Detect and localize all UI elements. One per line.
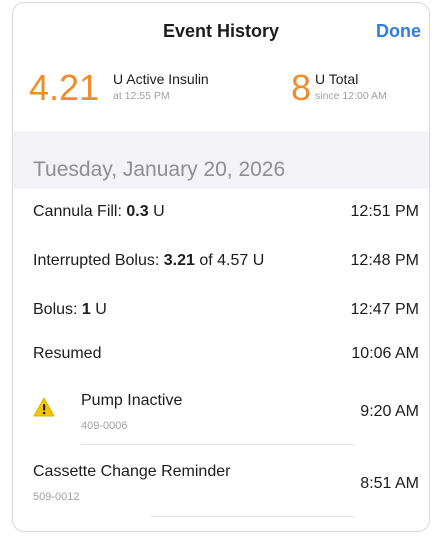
event-title: Cassette Change Reminder	[33, 463, 231, 480]
page-title: Event History	[162, 21, 280, 41]
active-insulin-value: 4.21	[29, 67, 100, 108]
total-insulin-label: U Total	[315, 71, 359, 87]
event-label: Bolus:	[33, 301, 82, 318]
event-description: Cannula Fill: 0.3 U	[33, 203, 165, 221]
event-row-interrupted-bolus[interactable]: Interrupted Bolus: 3.21 of 4.57 U 12:48 …	[13, 235, 429, 285]
done-button[interactable]: Done	[376, 21, 421, 42]
event-time: 10:06 AM	[351, 345, 419, 362]
event-code: 409-0006	[81, 420, 128, 432]
event-row-bolus[interactable]: Bolus: 1 U 12:47 PM	[13, 285, 429, 333]
event-row-cannula-fill[interactable]: Cannula Fill: 0.3 U 12:51 PM	[13, 189, 429, 235]
event-time: 8:51 AM	[360, 475, 419, 492]
date-header-text: Tuesday, January 20, 2026	[33, 158, 286, 181]
event-unit: U	[148, 203, 165, 220]
event-amount: 3.21	[163, 252, 195, 269]
active-insulin-timestamp: at 12:55 PM	[113, 90, 170, 102]
event-title: Pump Inactive	[81, 392, 183, 409]
event-label: Cannula Fill:	[33, 203, 127, 220]
event-time: 12:47 PM	[350, 301, 419, 318]
event-amount: 0.3	[126, 203, 149, 220]
event-label: Interrupted Bolus:	[33, 252, 164, 269]
event-description: Bolus: 1 U	[33, 301, 107, 319]
warning-icon	[33, 397, 55, 417]
total-insulin-timestamp: since 12:00 AM	[315, 90, 387, 102]
active-insulin-label: U Active Insulin	[113, 71, 209, 87]
event-time: 12:48 PM	[350, 252, 419, 269]
event-code: 509-0012	[33, 491, 80, 503]
event-description: Interrupted Bolus: 3.21 of 4.57 U	[33, 252, 264, 270]
event-unit: U	[90, 301, 107, 318]
event-time: 9:20 AM	[360, 403, 419, 420]
section-separator	[13, 131, 429, 145]
event-description: Resumed	[33, 345, 101, 363]
event-amount: 1	[81, 301, 91, 318]
navigation-bar: Event History Done	[13, 3, 429, 59]
event-row-resumed[interactable]: Resumed 10:06 AM	[13, 333, 429, 375]
event-time: 12:51 PM	[350, 203, 419, 220]
insulin-summary: 4.21 U Active Insulin at 12:55 PM 8 U To…	[13, 65, 429, 125]
event-history-sheet: Event History Done 4.21 U Active Insulin…	[12, 2, 430, 532]
row-divider	[151, 516, 355, 517]
event-row-cassette-change-reminder[interactable]: Cassette Change Reminder 509-0012 8:51 A…	[13, 445, 429, 517]
event-unit: of 4.57 U	[194, 252, 265, 269]
total-insulin-value: 8	[291, 67, 312, 108]
event-row-pump-inactive[interactable]: Pump Inactive 409-0006 9:20 AM	[13, 375, 429, 445]
event-label: Resumed	[33, 345, 102, 362]
date-section-header: Tuesday, January 20, 2026	[13, 145, 429, 189]
